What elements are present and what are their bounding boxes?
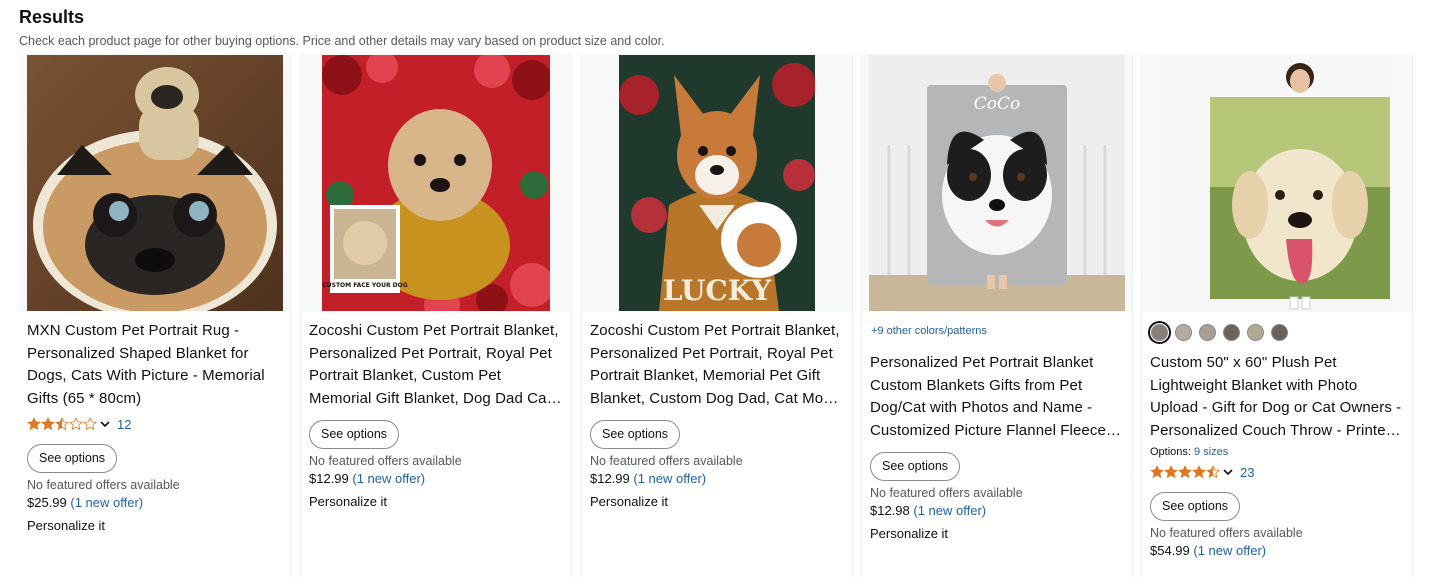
more-colors-link[interactable]: +9 other colors/patterns bbox=[871, 324, 1124, 338]
new-offer-link[interactable]: (1 new offer) bbox=[913, 503, 986, 518]
personalize-label: Personalize it bbox=[590, 494, 669, 509]
rating-count[interactable]: 12 bbox=[117, 417, 131, 432]
price-line: $12.99 (1 new offer) bbox=[309, 469, 563, 489]
product-card: LUCKY Zocoshi Custom Pet Portrait Blanke… bbox=[581, 54, 853, 577]
product-title[interactable]: Personalized Pet Portrait Blanket Custom… bbox=[870, 352, 1124, 442]
no-featured-offers: No featured offers available bbox=[309, 454, 462, 468]
see-options-button[interactable]: See options bbox=[870, 452, 961, 481]
price-line: $12.98 (1 new offer) bbox=[870, 501, 1124, 521]
color-swatch[interactable] bbox=[1148, 320, 1171, 344]
color-swatch[interactable] bbox=[1175, 323, 1192, 341]
personalize-label: Personalize it bbox=[870, 526, 949, 541]
star-empty-icon bbox=[83, 417, 97, 431]
product-card: Custom 50" x 60" Plush Pet Lightweight B… bbox=[1141, 54, 1413, 577]
options-sizes-link[interactable]: 9 sizes bbox=[1194, 446, 1228, 458]
new-offer-link[interactable]: (1 new offer) bbox=[633, 471, 706, 486]
rating-row[interactable]: 12 bbox=[27, 414, 282, 434]
star-half-icon bbox=[55, 417, 69, 431]
price-line: $54.99 (1 new offer) bbox=[1150, 541, 1404, 561]
color-swatch[interactable] bbox=[1223, 323, 1240, 341]
color-swatch[interactable] bbox=[1247, 323, 1264, 341]
price: $12.98 bbox=[870, 503, 910, 518]
product-card: CUSTOM FACE YOUR DOG Zocoshi Custom Pet … bbox=[300, 54, 572, 577]
personalize-label: Personalize it bbox=[27, 518, 106, 533]
image-caption: CoCo bbox=[974, 94, 1020, 114]
product-image[interactable] bbox=[1142, 54, 1412, 312]
star-full-icon bbox=[1178, 465, 1192, 479]
product-title[interactable]: MXN Custom Pet Portrait Rug - Personaliz… bbox=[27, 320, 282, 410]
rating-row[interactable]: 23 bbox=[1150, 462, 1404, 482]
star-rating bbox=[27, 417, 97, 431]
no-featured-offers: No featured offers available bbox=[870, 486, 1023, 500]
chevron-down-icon[interactable] bbox=[99, 418, 111, 430]
price: $25.99 bbox=[27, 495, 67, 510]
personalize-label: Personalize it bbox=[309, 494, 388, 509]
no-featured-offers: No featured offers available bbox=[1150, 526, 1303, 540]
price-line: $25.99 (1 new offer) bbox=[27, 493, 282, 513]
no-featured-offers: No featured offers available bbox=[590, 454, 743, 468]
results-header: Results Check each product page for othe… bbox=[19, 6, 665, 49]
product-card: MXN Custom Pet Portrait Rug - Personaliz… bbox=[19, 54, 291, 577]
product-image[interactable] bbox=[19, 54, 290, 312]
star-full-icon bbox=[1164, 465, 1178, 479]
star-half-icon bbox=[1206, 465, 1220, 479]
product-title[interactable]: Zocoshi Custom Pet Portrait Blanket, Per… bbox=[309, 320, 563, 410]
new-offer-link[interactable]: (1 new offer) bbox=[1193, 543, 1266, 558]
color-swatch[interactable] bbox=[1199, 323, 1216, 341]
see-options-button[interactable]: See options bbox=[590, 420, 681, 449]
see-options-button[interactable]: See options bbox=[309, 420, 400, 449]
star-full-icon bbox=[41, 417, 55, 431]
rating-count[interactable]: 23 bbox=[1240, 465, 1254, 480]
price-line: $12.99 (1 new offer) bbox=[590, 469, 844, 489]
price: $54.99 bbox=[1150, 543, 1190, 558]
color-swatch[interactable] bbox=[1271, 323, 1288, 341]
chevron-down-icon[interactable] bbox=[1222, 466, 1234, 478]
see-options-button[interactable]: See options bbox=[27, 444, 118, 473]
star-full-icon bbox=[1192, 465, 1206, 479]
new-offer-link[interactable]: (1 new offer) bbox=[352, 471, 425, 486]
product-image[interactable]: CUSTOM FACE YOUR DOG bbox=[301, 54, 571, 312]
results-grid: MXN Custom Pet Portrait Rug - Personaliz… bbox=[19, 54, 1414, 577]
results-subtitle: Check each product page for other buying… bbox=[19, 34, 665, 48]
price: $12.99 bbox=[590, 471, 630, 486]
color-swatches bbox=[1148, 320, 1404, 344]
image-caption: LUCKY bbox=[663, 274, 772, 307]
results-title: Results bbox=[19, 7, 85, 27]
product-title[interactable]: Zocoshi Custom Pet Portrait Blanket, Per… bbox=[590, 320, 844, 410]
new-offer-link[interactable]: (1 new offer) bbox=[70, 495, 143, 510]
see-options-button[interactable]: See options bbox=[1150, 492, 1241, 521]
no-featured-offers: No featured offers available bbox=[27, 478, 180, 492]
star-full-icon bbox=[1150, 465, 1164, 479]
star-full-icon bbox=[27, 417, 41, 431]
star-empty-icon bbox=[69, 417, 83, 431]
options-line: Options: 9 sizes bbox=[1150, 446, 1404, 458]
product-title[interactable]: Custom 50" x 60" Plush Pet Lightweight B… bbox=[1150, 352, 1404, 442]
product-image[interactable]: CoCo bbox=[862, 54, 1132, 312]
product-card: CoCo +9 other colors/patterns Personaliz… bbox=[861, 54, 1133, 577]
price: $12.99 bbox=[309, 471, 349, 486]
product-image[interactable]: LUCKY bbox=[582, 54, 852, 312]
star-rating bbox=[1150, 465, 1220, 479]
image-caption: CUSTOM FACE YOUR DOG bbox=[322, 282, 407, 289]
options-label: Options: bbox=[1150, 446, 1191, 458]
